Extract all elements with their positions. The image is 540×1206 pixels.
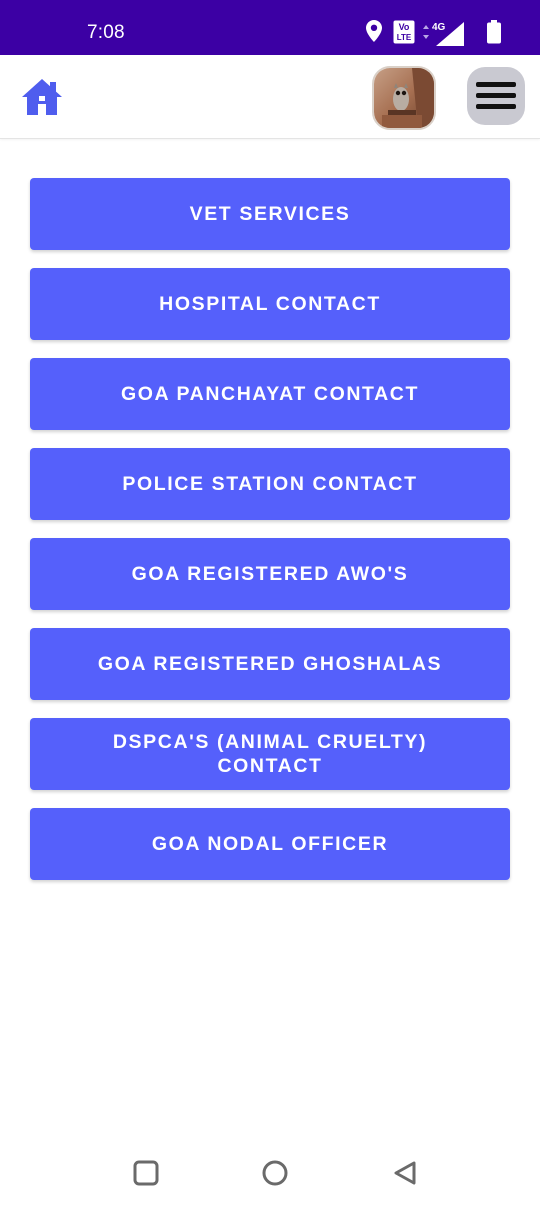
owl-photo <box>374 68 434 128</box>
dspca-contact-button[interactable]: DSPCA'S (ANIMAL CRUELTY) CONTACT <box>30 718 510 790</box>
menu-button[interactable] <box>467 67 525 125</box>
goa-registered-ghoshalas-button[interactable]: GOA REGISTERED GHOSHALAS <box>30 628 510 700</box>
profile-avatar[interactable] <box>372 66 436 130</box>
signal-4g-icon: 4G <box>423 22 464 46</box>
volte-bottom-text: LTE <box>397 33 412 42</box>
home-icon <box>22 79 62 115</box>
app-header <box>0 55 540 139</box>
system-nav-bar <box>0 1140 540 1206</box>
battery-icon <box>487 20 501 44</box>
volte-top-text: Vo <box>399 22 410 32</box>
home-circle-icon[interactable] <box>262 1160 288 1186</box>
network-type-text: 4G <box>432 22 446 33</box>
status-time: 7:08 <box>87 22 125 43</box>
recents-square-icon[interactable] <box>133 1160 159 1186</box>
volte-icon: Vo LTE <box>393 20 415 44</box>
hospital-contact-button[interactable]: HOSPITAL CONTACT <box>30 268 510 340</box>
goa-registered-awos-button[interactable]: GOA REGISTERED AWO'S <box>30 538 510 610</box>
vet-services-button[interactable]: VET SERVICES <box>30 178 510 250</box>
goa-panchayat-contact-button[interactable]: GOA PANCHAYAT CONTACT <box>30 358 510 430</box>
location-icon <box>366 20 382 42</box>
status-bar: 7:08 Vo LTE 4G <box>0 0 540 55</box>
back-triangle-icon[interactable] <box>392 1160 418 1186</box>
goa-nodal-officer-button[interactable]: GOA NODAL OFFICER <box>30 808 510 880</box>
police-station-contact-button[interactable]: POLICE STATION CONTACT <box>30 448 510 520</box>
home-button[interactable] <box>20 76 64 118</box>
